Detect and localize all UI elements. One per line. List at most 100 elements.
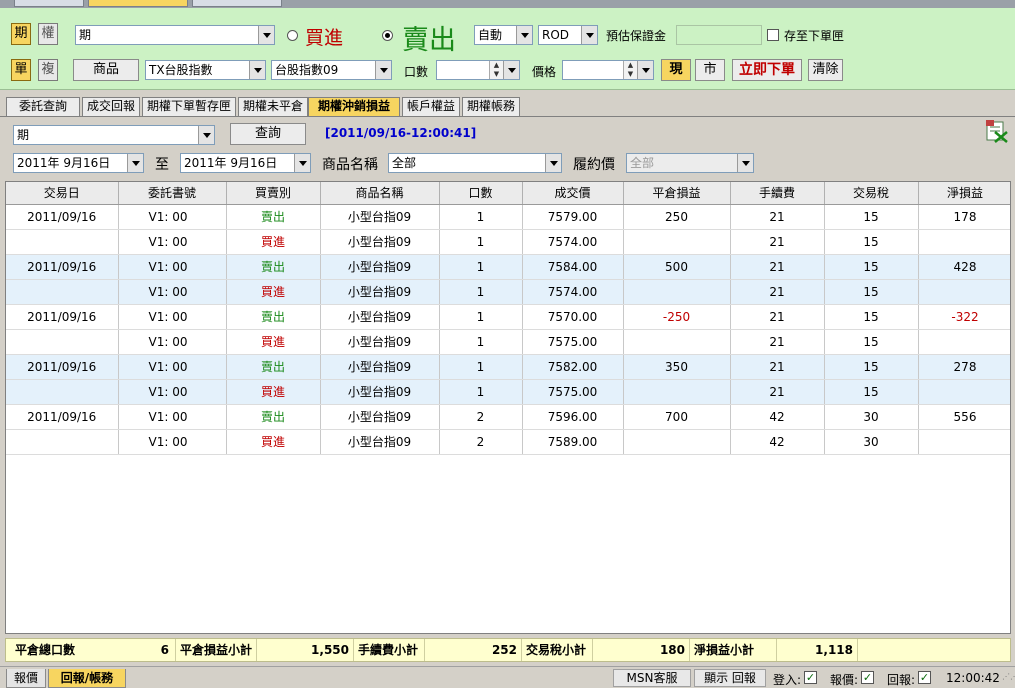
- date-to-picker[interactable]: 2011年 9月16日: [180, 153, 311, 173]
- futures-button[interactable]: 期: [11, 23, 31, 45]
- table-row[interactable]: V1: 00 買進 小型台指09 1 7574.00 21 15: [6, 229, 1010, 255]
- col-header-fee[interactable]: 手續費: [730, 182, 825, 205]
- cell-side: 賣出: [226, 304, 321, 330]
- cell-product: 小型台指09: [320, 354, 440, 380]
- sell-radio[interactable]: [382, 30, 393, 41]
- account-select-value: 期: [79, 28, 92, 42]
- tab-account-ledger[interactable]: 期權帳務: [462, 97, 520, 116]
- options-button[interactable]: 權: [38, 23, 58, 45]
- table-row[interactable]: V1: 00 買進 小型台指09 1 7575.00 21 15: [6, 329, 1010, 355]
- tab-offset-pnl[interactable]: 期權沖銷損益: [308, 97, 400, 116]
- table-row[interactable]: 2011/09/16 V1: 00 賣出 小型台指09 1 7570.00 -250 21 15…: [6, 304, 1010, 330]
- strike-select: 全部: [626, 153, 754, 173]
- product-name-select[interactable]: 全部: [388, 153, 562, 173]
- cell-net: [918, 229, 1010, 255]
- rod-select[interactable]: ROD: [538, 25, 598, 45]
- buy-label[interactable]: 買進: [305, 23, 343, 50]
- chevron-down-icon[interactable]: [503, 61, 519, 79]
- cell-net: [918, 329, 1010, 355]
- cell-order-no: V1: 00: [118, 404, 227, 430]
- cell-date: [6, 379, 119, 405]
- product-button[interactable]: 商品: [73, 59, 139, 81]
- combo-order-button[interactable]: 複: [38, 59, 58, 81]
- col-header-side[interactable]: 買賣別: [226, 182, 321, 205]
- msn-support-button[interactable]: MSN客服: [613, 669, 691, 687]
- show-report-button[interactable]: 顯示 回報: [694, 669, 766, 687]
- chevron-down-icon: [375, 61, 391, 79]
- col-header-product[interactable]: 商品名稱: [320, 182, 440, 205]
- report-status-label: 回報:: [887, 673, 916, 687]
- col-header-qty[interactable]: 口數: [439, 182, 523, 205]
- tab-order-tray[interactable]: 期權下單暫存匣: [142, 97, 236, 116]
- status-tab-quote[interactable]: 報價: [6, 669, 46, 688]
- tab-account-equity[interactable]: 帳戶權益: [402, 97, 460, 116]
- product-select[interactable]: TX台股指數: [145, 60, 266, 80]
- col-header-tax[interactable]: 交易稅: [824, 182, 919, 205]
- cell-price: 7574.00: [522, 229, 624, 255]
- col-header-date[interactable]: 交易日: [6, 182, 119, 205]
- query-account-select[interactable]: 期: [13, 125, 215, 145]
- buy-radio[interactable]: [287, 30, 298, 41]
- tab-open-positions[interactable]: 期權未平倉: [238, 97, 308, 116]
- table-row[interactable]: 2011/09/16 V1: 00 賣出 小型台指09 1 7579.00 250 21 15 1…: [6, 204, 1010, 230]
- clear-button[interactable]: 清除: [808, 59, 843, 81]
- product-name-label: 商品名稱: [322, 157, 378, 173]
- cell-qty: 2: [439, 429, 523, 455]
- table-row[interactable]: V1: 00 買進 小型台指09 1 7574.00 21 15: [6, 279, 1010, 305]
- col-header-order-no[interactable]: 委託書號: [118, 182, 227, 205]
- tab-fill-report[interactable]: 成交回報: [82, 97, 140, 116]
- current-price-button[interactable]: 現: [661, 59, 691, 81]
- col-header-price[interactable]: 成交價: [522, 182, 624, 205]
- cell-order-no: V1: 00: [118, 254, 227, 280]
- cell-tax: 15: [824, 254, 919, 280]
- cell-qty: 1: [439, 304, 523, 330]
- strike-value: 全部: [630, 156, 655, 170]
- table-row[interactable]: V1: 00 買進 小型台指09 2 7589.00 42 30: [6, 429, 1010, 455]
- table-row[interactable]: 2011/09/16 V1: 00 賣出 小型台指09 1 7582.00 350 21 15 2…: [6, 354, 1010, 380]
- cell-pnl: -250: [623, 304, 731, 330]
- cell-net: 428: [918, 254, 1010, 280]
- export-excel-icon[interactable]: [985, 120, 1009, 144]
- spin-arrows-icon[interactable]: ▲ ▼: [623, 61, 637, 79]
- single-order-button[interactable]: 單: [11, 59, 31, 81]
- query-account-value: 期: [17, 128, 30, 142]
- sell-label[interactable]: 賣出: [402, 18, 456, 57]
- cell-qty: 1: [439, 229, 523, 255]
- table-row[interactable]: 2011/09/16 V1: 00 賣出 小型台指09 2 7596.00 700 42 30 5…: [6, 404, 1010, 430]
- col-header-net[interactable]: 淨損益: [918, 182, 1010, 205]
- resize-grip-icon[interactable]: ⋰⋰: [1002, 673, 1015, 685]
- submit-order-button[interactable]: 立即下單: [732, 59, 802, 81]
- chevron-down-icon[interactable]: [637, 61, 653, 79]
- month-select[interactable]: 台股指數09: [271, 60, 392, 80]
- cell-tax: 15: [824, 229, 919, 255]
- save-to-tray-checkbox[interactable]: [767, 29, 779, 41]
- top-tab-futures-options[interactable]: [88, 0, 188, 7]
- cell-net: [918, 379, 1010, 405]
- status-tab-report[interactable]: 回報/帳務: [48, 669, 126, 688]
- account-select[interactable]: 期: [75, 25, 275, 45]
- date-from-picker[interactable]: 2011年 9月16日: [13, 153, 144, 173]
- market-price-button[interactable]: 市: [695, 59, 725, 81]
- summary-qty-label: 平倉總口數: [15, 643, 76, 657]
- query-button[interactable]: 查詢: [230, 123, 306, 145]
- cell-side: 賣出: [226, 254, 321, 280]
- cell-order-no: V1: 00: [118, 229, 227, 255]
- spin-arrows-icon[interactable]: ▲ ▼: [489, 61, 503, 79]
- tab-order-query[interactable]: 委託查詢: [6, 97, 80, 116]
- table-row[interactable]: 2011/09/16 V1: 00 賣出 小型台指09 1 7584.00 500 21 15 4…: [6, 254, 1010, 280]
- margin-label: 預估保證金: [606, 29, 667, 43]
- price-input[interactable]: ▲ ▼: [562, 60, 654, 80]
- col-header-pnl[interactable]: 平倉損益: [623, 182, 731, 205]
- offset-pnl-table: 交易日 委託書號 買賣別 商品名稱 口數 成交價 平倉損益 手續費 交易稅 淨損…: [5, 181, 1011, 634]
- cell-date: [6, 279, 119, 305]
- cell-price: 7575.00: [522, 329, 624, 355]
- table-row[interactable]: V1: 00 買進 小型台指09 1 7575.00 21 15: [6, 379, 1010, 405]
- cell-product: 小型台指09: [320, 204, 440, 230]
- auto-select[interactable]: 自動: [474, 25, 533, 45]
- top-tab-securities[interactable]: [14, 0, 84, 7]
- top-tab-strip: [0, 0, 1015, 8]
- cell-price: 7575.00: [522, 379, 624, 405]
- summary-net-value: 1,118: [778, 639, 858, 661]
- top-tab-option-strategy[interactable]: [192, 0, 282, 7]
- qty-input[interactable]: ▲ ▼: [436, 60, 520, 80]
